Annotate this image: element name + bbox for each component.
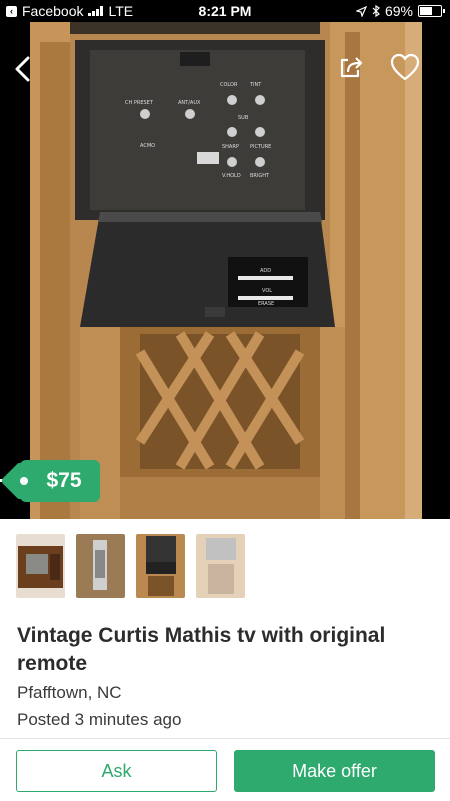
panel-label-acmo: ACMO [140, 143, 155, 149]
panel-label-add: ADD [260, 268, 271, 274]
thumbnail-3[interactable] [136, 534, 185, 598]
thumbnail-2[interactable] [76, 534, 125, 598]
location-arrow-icon [355, 5, 367, 17]
thumbnail-strip [16, 534, 245, 598]
bluetooth-icon [372, 5, 380, 17]
status-bar: ‹ Facebook LTE 8:21 PM 69% [0, 0, 450, 22]
share-icon [340, 57, 363, 78]
listing-location: Pfafftown, NC [17, 683, 122, 702]
photo-illustration: COLOR TINT CH PRESET ANT/AUX SUB SHARP P… [30, 22, 422, 519]
panel-label-ant-aux: ANT/AUX [178, 100, 201, 106]
chevron-left-icon [15, 56, 30, 82]
listing-posted-time: Posted 3 minutes ago [17, 710, 182, 729]
thumbnail-lattice-image [196, 534, 245, 598]
make-offer-button[interactable]: Make offer [234, 750, 435, 792]
share-button[interactable] [336, 52, 366, 82]
panel-label-v-hold: V.HOLD [222, 173, 241, 179]
panel-label-color: COLOR [220, 82, 238, 88]
price-tag-hole [20, 477, 28, 485]
listing-photo[interactable]: COLOR TINT CH PRESET ANT/AUX SUB SHARP P… [0, 22, 450, 519]
price-tag: $75 [20, 460, 100, 502]
battery-fill [420, 7, 433, 15]
favorite-button[interactable] [389, 52, 421, 82]
panel-label-sharp: SHARP [222, 144, 239, 150]
panel-label-erase: ERASE [258, 301, 274, 307]
panel-label-vol: VOL [262, 288, 272, 294]
battery-icon [418, 5, 445, 17]
panel-label-bright: BRIGHT [250, 173, 270, 179]
ask-button[interactable]: Ask [16, 750, 217, 792]
panel-label-sub: SUB [238, 115, 249, 121]
heart-outline-icon [390, 53, 420, 81]
thumbnail-4[interactable] [196, 534, 245, 598]
thumbnail-remote-image [76, 534, 125, 598]
panel-label-tint: TINT [249, 82, 262, 88]
status-right: 69% [355, 3, 445, 19]
action-bar: Ask Make offer [0, 738, 450, 801]
panel-label-ch-preset: CH PRESET [125, 100, 154, 106]
thumbnail-tv-image [16, 534, 65, 598]
back-button[interactable] [8, 52, 38, 86]
price-value: $75 [46, 469, 82, 492]
panel-label-picture: PICTURE [250, 144, 271, 150]
listing-title: Vintage Curtis Mathis tv with original r… [17, 624, 386, 675]
thumbnail-1[interactable] [16, 534, 65, 598]
battery-percent: 69% [384, 3, 413, 19]
thumbnail-panel-image [136, 534, 185, 598]
